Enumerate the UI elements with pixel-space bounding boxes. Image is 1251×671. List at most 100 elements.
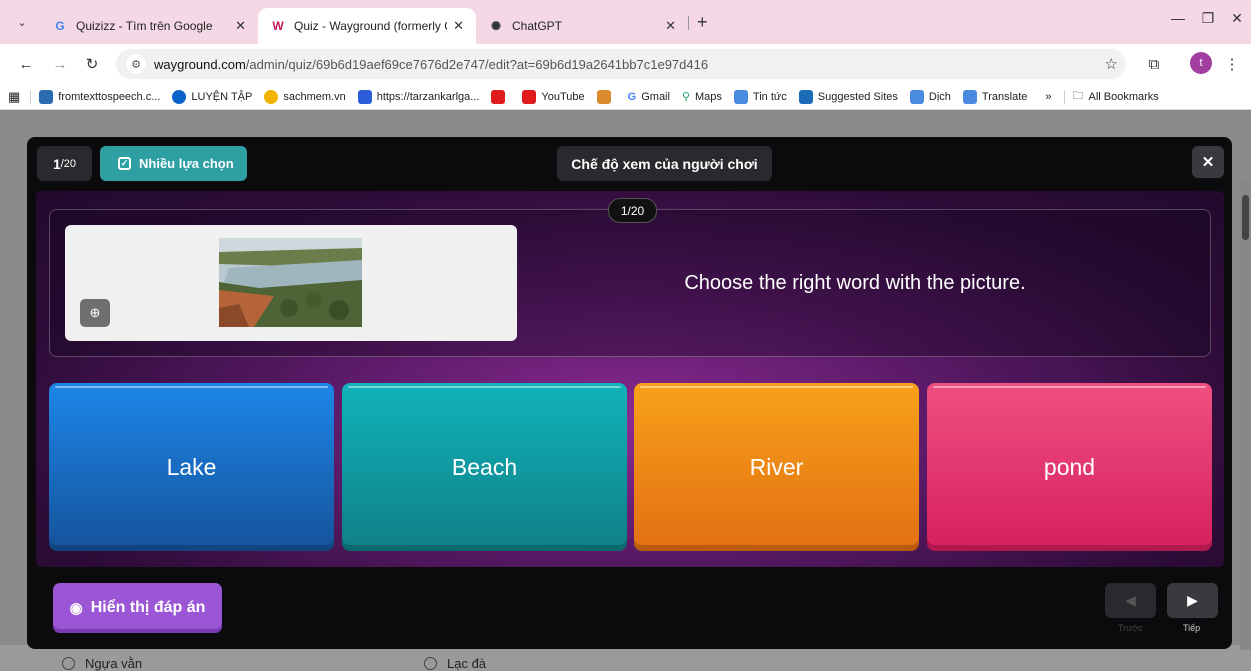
next-button[interactable]: ▶ <box>1167 583 1218 618</box>
bookmark-item[interactable]: https://tarzankarlga... <box>357 89 480 104</box>
bookmark-item[interactable]: LUYỆN TẬP <box>172 89 253 104</box>
river-photo <box>219 238 362 327</box>
bookmark-item[interactable]: Tin tức <box>733 89 787 104</box>
url-path: /admin/quiz/69b6d19aef69ce7676d2e747/edi… <box>245 56 709 72</box>
bookmark-divider <box>1063 89 1065 104</box>
question-counter: 1/20 <box>37 146 92 181</box>
bookmark-item[interactable] <box>596 89 616 104</box>
all-bookmarks-label: All Bookmarks <box>1088 90 1159 103</box>
bookmarks-overflow-button[interactable]: » <box>1045 91 1051 103</box>
bookmark-item[interactable] <box>491 89 510 104</box>
menu-dots-icon[interactable]: ⋮ <box>1220 52 1244 76</box>
tab-chatgpt[interactable]: ✺ ChatGPT ✕ <box>476 8 688 44</box>
back-icon[interactable]: ← <box>14 52 38 76</box>
question-progress-badge: 1/20 <box>608 198 657 223</box>
background-option: Ngựa vằn <box>62 656 142 671</box>
bookmark-item[interactable]: fromtexttospeech.c... <box>39 89 161 104</box>
reload-icon[interactable]: ↻ <box>80 52 104 76</box>
bookmark-label: Dịch <box>928 90 951 103</box>
cloud-icon <box>172 89 187 104</box>
answer-option-3[interactable]: River <box>634 383 919 551</box>
bing-icon <box>798 89 813 104</box>
close-tab-icon[interactable]: ✕ <box>665 18 676 34</box>
close-preview-button[interactable]: ✕ <box>1192 146 1224 178</box>
bookmark-item[interactable]: Dịch <box>909 89 951 104</box>
extensions-icon[interactable]: ⧉ <box>1142 52 1166 76</box>
bookmark-label: sachmem.vn <box>283 90 346 103</box>
show-answer-button[interactable]: ◉ Hiển thị đáp án <box>53 583 222 633</box>
bookmark-label: fromtexttospeech.c... <box>58 90 161 103</box>
bookmark-item[interactable]: Suggested Sites <box>798 89 898 104</box>
bookmark-item[interactable]: YouTube <box>522 89 585 104</box>
address-bar[interactable]: ⚙ wayground.com /admin/quiz/69b6d19aef69… <box>116 49 1126 79</box>
next-arrow-icon: ▶ <box>1187 592 1198 608</box>
tab-divider <box>688 16 689 30</box>
background-option: Lạc đà <box>424 656 486 671</box>
site-info-icon[interactable]: ⚙ <box>126 54 146 74</box>
url-domain: wayground.com <box>154 56 246 72</box>
bookmark-item[interactable]: sachmem.vn <box>264 89 346 104</box>
question-text: Choose the right word with the picture. <box>684 272 1026 294</box>
news-icon <box>733 89 748 104</box>
next-label: Tiếp <box>1183 623 1201 633</box>
restore-icon[interactable]: ❐ <box>1193 10 1223 27</box>
question-type-label: Nhiều lựa chọn <box>139 156 234 171</box>
tab-title: Quiz - Wayground (formerly Qu <box>294 19 448 33</box>
all-bookmarks[interactable]: 🗀 All Bookmarks <box>1073 87 1159 106</box>
bookmarks-bar: ▦ fromtexttospeech.c... LUYỆN TẬP sachme… <box>0 84 1251 110</box>
bookmark-label: Tin tức <box>752 90 787 103</box>
bookmark-label: Translate <box>981 90 1028 103</box>
bookmark-icon <box>39 89 54 104</box>
eye-icon: ◉ <box>69 600 83 617</box>
chatgpt-icon: ✺ <box>490 19 502 33</box>
scrollbar-thumb[interactable] <box>1242 195 1249 240</box>
bookmark-label: YouTube <box>541 90 585 103</box>
bookmark-icon <box>596 89 611 104</box>
bookmark-item[interactable]: G Gmail <box>628 91 670 103</box>
radio-icon <box>424 657 437 670</box>
translate-icon <box>909 89 924 104</box>
tab-title: ChatGPT <box>512 19 563 33</box>
tab-title: Quizizz - Tìm trên Google <box>76 19 213 33</box>
tab-wayground-quiz[interactable]: W Quiz - Wayground (formerly Qu ✕ <box>258 8 476 44</box>
option-label: Lạc đà <box>447 656 487 671</box>
bookmark-icon <box>264 89 279 104</box>
minimize-icon[interactable]: — <box>1163 10 1193 26</box>
page-scrollbar[interactable] <box>1240 180 1251 650</box>
google-icon: G <box>627 90 637 103</box>
question-total: /20 <box>60 157 77 170</box>
folder-icon: 🗀 <box>1072 90 1084 102</box>
previous-label: Trước <box>1118 623 1143 633</box>
bookmark-divider <box>30 89 32 104</box>
show-answer-label: Hiển thị đáp án <box>90 599 206 616</box>
bookmark-label: LUYỆN TẬP <box>191 90 253 103</box>
translate-icon <box>962 89 977 104</box>
youtube-icon <box>522 89 537 104</box>
question-index: 1 <box>52 155 61 172</box>
tab-search-chevron-icon[interactable]: ⌄ <box>10 10 34 34</box>
bookmark-star-icon[interactable]: ☆ <box>1105 55 1118 73</box>
bookmark-label: https://tarzankarlga... <box>376 90 480 103</box>
forward-icon[interactable]: → <box>48 52 72 76</box>
zoom-in-icon[interactable]: ⊕ <box>80 299 110 327</box>
previous-arrow-icon: ◀ <box>1125 592 1136 608</box>
apps-grid-icon[interactable]: ▦ <box>8 89 20 105</box>
previous-button[interactable]: ◀ <box>1105 583 1156 618</box>
bookmark-item[interactable]: ⚲ Maps <box>681 90 722 104</box>
maps-pin-icon: ⚲ <box>681 91 691 103</box>
checkbox-icon: ✓ <box>118 157 131 170</box>
bookmark-label: Maps <box>695 90 722 103</box>
close-window-icon[interactable]: ✕ <box>1222 10 1251 27</box>
close-tab-icon[interactable]: ✕ <box>235 18 246 34</box>
new-tab-icon[interactable]: + <box>697 12 708 33</box>
answer-option-2[interactable]: Beach <box>342 383 627 551</box>
profile-avatar[interactable]: t <box>1190 52 1212 74</box>
view-mode-label: Chế độ xem của người chơi <box>557 146 772 181</box>
tab-google-search[interactable]: G Quizizz - Tìm trên Google ✕ <box>40 8 258 44</box>
bookmark-label: Gmail <box>641 90 670 103</box>
close-tab-icon[interactable]: ✕ <box>453 18 464 34</box>
bookmark-item[interactable]: Translate <box>962 89 1028 104</box>
google-icon: G <box>55 19 65 33</box>
answer-option-1[interactable]: Lake <box>49 383 334 551</box>
answer-option-4[interactable]: pond <box>927 383 1212 551</box>
